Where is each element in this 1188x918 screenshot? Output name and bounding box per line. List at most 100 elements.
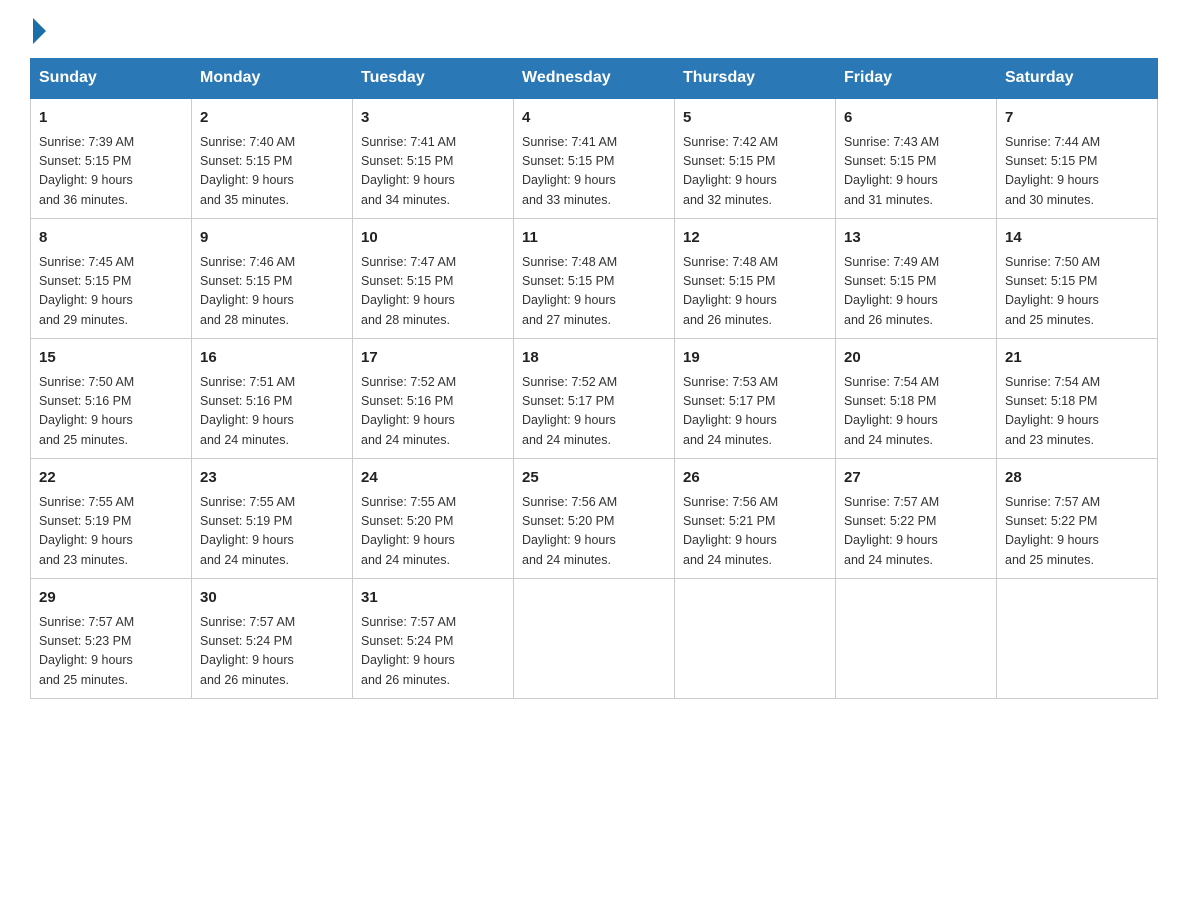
day-number: 17 xyxy=(361,347,505,370)
day-number: 13 xyxy=(844,227,988,250)
day-info: Sunrise: 7:54 AM Sunset: 5:18 PM Dayligh… xyxy=(844,373,988,451)
calendar-cell: 1 Sunrise: 7:39 AM Sunset: 5:15 PM Dayli… xyxy=(31,98,192,219)
calendar-week-row: 8 Sunrise: 7:45 AM Sunset: 5:15 PM Dayli… xyxy=(31,219,1158,339)
calendar-cell: 13 Sunrise: 7:49 AM Sunset: 5:15 PM Dayl… xyxy=(836,219,997,339)
calendar-header-row: SundayMondayTuesdayWednesdayThursdayFrid… xyxy=(31,59,1158,99)
calendar-cell: 23 Sunrise: 7:55 AM Sunset: 5:19 PM Dayl… xyxy=(192,459,353,579)
day-number: 19 xyxy=(683,347,827,370)
calendar-cell: 12 Sunrise: 7:48 AM Sunset: 5:15 PM Dayl… xyxy=(675,219,836,339)
calendar-cell xyxy=(675,579,836,699)
day-number: 21 xyxy=(1005,347,1149,370)
calendar-cell xyxy=(997,579,1158,699)
day-number: 5 xyxy=(683,107,827,130)
day-info: Sunrise: 7:55 AM Sunset: 5:19 PM Dayligh… xyxy=(39,493,183,571)
day-info: Sunrise: 7:56 AM Sunset: 5:21 PM Dayligh… xyxy=(683,493,827,571)
day-of-week-header: Wednesday xyxy=(514,59,675,99)
day-number: 23 xyxy=(200,467,344,490)
day-number: 22 xyxy=(39,467,183,490)
day-info: Sunrise: 7:46 AM Sunset: 5:15 PM Dayligh… xyxy=(200,253,344,331)
day-info: Sunrise: 7:55 AM Sunset: 5:20 PM Dayligh… xyxy=(361,493,505,571)
day-info: Sunrise: 7:40 AM Sunset: 5:15 PM Dayligh… xyxy=(200,133,344,211)
day-info: Sunrise: 7:52 AM Sunset: 5:16 PM Dayligh… xyxy=(361,373,505,451)
day-info: Sunrise: 7:57 AM Sunset: 5:22 PM Dayligh… xyxy=(1005,493,1149,571)
day-number: 24 xyxy=(361,467,505,490)
calendar-week-row: 22 Sunrise: 7:55 AM Sunset: 5:19 PM Dayl… xyxy=(31,459,1158,579)
day-number: 30 xyxy=(200,587,344,610)
logo-arrow-icon xyxy=(33,18,46,44)
calendar-cell: 6 Sunrise: 7:43 AM Sunset: 5:15 PM Dayli… xyxy=(836,98,997,219)
day-info: Sunrise: 7:48 AM Sunset: 5:15 PM Dayligh… xyxy=(522,253,666,331)
day-info: Sunrise: 7:57 AM Sunset: 5:23 PM Dayligh… xyxy=(39,613,183,691)
calendar-cell: 5 Sunrise: 7:42 AM Sunset: 5:15 PM Dayli… xyxy=(675,98,836,219)
day-info: Sunrise: 7:53 AM Sunset: 5:17 PM Dayligh… xyxy=(683,373,827,451)
calendar-cell: 10 Sunrise: 7:47 AM Sunset: 5:15 PM Dayl… xyxy=(353,219,514,339)
calendar-cell: 11 Sunrise: 7:48 AM Sunset: 5:15 PM Dayl… xyxy=(514,219,675,339)
day-of-week-header: Sunday xyxy=(31,59,192,99)
day-info: Sunrise: 7:55 AM Sunset: 5:19 PM Dayligh… xyxy=(200,493,344,571)
day-number: 1 xyxy=(39,107,183,130)
day-number: 9 xyxy=(200,227,344,250)
calendar-cell: 17 Sunrise: 7:52 AM Sunset: 5:16 PM Dayl… xyxy=(353,339,514,459)
page-header xyxy=(30,20,1158,40)
day-number: 16 xyxy=(200,347,344,370)
day-info: Sunrise: 7:41 AM Sunset: 5:15 PM Dayligh… xyxy=(522,133,666,211)
calendar-cell: 24 Sunrise: 7:55 AM Sunset: 5:20 PM Dayl… xyxy=(353,459,514,579)
calendar-week-row: 1 Sunrise: 7:39 AM Sunset: 5:15 PM Dayli… xyxy=(31,98,1158,219)
calendar-cell: 31 Sunrise: 7:57 AM Sunset: 5:24 PM Dayl… xyxy=(353,579,514,699)
day-number: 27 xyxy=(844,467,988,490)
day-number: 4 xyxy=(522,107,666,130)
day-number: 10 xyxy=(361,227,505,250)
day-of-week-header: Friday xyxy=(836,59,997,99)
day-number: 11 xyxy=(522,227,666,250)
day-info: Sunrise: 7:56 AM Sunset: 5:20 PM Dayligh… xyxy=(522,493,666,571)
calendar-cell: 27 Sunrise: 7:57 AM Sunset: 5:22 PM Dayl… xyxy=(836,459,997,579)
logo xyxy=(30,20,46,40)
day-info: Sunrise: 7:39 AM Sunset: 5:15 PM Dayligh… xyxy=(39,133,183,211)
day-number: 7 xyxy=(1005,107,1149,130)
calendar-cell: 30 Sunrise: 7:57 AM Sunset: 5:24 PM Dayl… xyxy=(192,579,353,699)
calendar-cell: 16 Sunrise: 7:51 AM Sunset: 5:16 PM Dayl… xyxy=(192,339,353,459)
day-info: Sunrise: 7:52 AM Sunset: 5:17 PM Dayligh… xyxy=(522,373,666,451)
calendar-cell: 2 Sunrise: 7:40 AM Sunset: 5:15 PM Dayli… xyxy=(192,98,353,219)
calendar-cell: 26 Sunrise: 7:56 AM Sunset: 5:21 PM Dayl… xyxy=(675,459,836,579)
day-number: 26 xyxy=(683,467,827,490)
calendar-cell: 4 Sunrise: 7:41 AM Sunset: 5:15 PM Dayli… xyxy=(514,98,675,219)
day-number: 8 xyxy=(39,227,183,250)
day-info: Sunrise: 7:50 AM Sunset: 5:15 PM Dayligh… xyxy=(1005,253,1149,331)
calendar-cell xyxy=(514,579,675,699)
day-info: Sunrise: 7:43 AM Sunset: 5:15 PM Dayligh… xyxy=(844,133,988,211)
calendar-cell: 21 Sunrise: 7:54 AM Sunset: 5:18 PM Dayl… xyxy=(997,339,1158,459)
calendar-cell: 9 Sunrise: 7:46 AM Sunset: 5:15 PM Dayli… xyxy=(192,219,353,339)
day-info: Sunrise: 7:48 AM Sunset: 5:15 PM Dayligh… xyxy=(683,253,827,331)
calendar-cell: 19 Sunrise: 7:53 AM Sunset: 5:17 PM Dayl… xyxy=(675,339,836,459)
day-info: Sunrise: 7:47 AM Sunset: 5:15 PM Dayligh… xyxy=(361,253,505,331)
day-info: Sunrise: 7:54 AM Sunset: 5:18 PM Dayligh… xyxy=(1005,373,1149,451)
calendar-cell xyxy=(836,579,997,699)
calendar-cell: 14 Sunrise: 7:50 AM Sunset: 5:15 PM Dayl… xyxy=(997,219,1158,339)
day-info: Sunrise: 7:50 AM Sunset: 5:16 PM Dayligh… xyxy=(39,373,183,451)
day-info: Sunrise: 7:57 AM Sunset: 5:22 PM Dayligh… xyxy=(844,493,988,571)
day-info: Sunrise: 7:51 AM Sunset: 5:16 PM Dayligh… xyxy=(200,373,344,451)
day-number: 14 xyxy=(1005,227,1149,250)
calendar-week-row: 15 Sunrise: 7:50 AM Sunset: 5:16 PM Dayl… xyxy=(31,339,1158,459)
day-number: 2 xyxy=(200,107,344,130)
day-number: 28 xyxy=(1005,467,1149,490)
calendar-cell: 22 Sunrise: 7:55 AM Sunset: 5:19 PM Dayl… xyxy=(31,459,192,579)
day-info: Sunrise: 7:49 AM Sunset: 5:15 PM Dayligh… xyxy=(844,253,988,331)
day-of-week-header: Tuesday xyxy=(353,59,514,99)
calendar-cell: 25 Sunrise: 7:56 AM Sunset: 5:20 PM Dayl… xyxy=(514,459,675,579)
calendar-cell: 15 Sunrise: 7:50 AM Sunset: 5:16 PM Dayl… xyxy=(31,339,192,459)
day-number: 6 xyxy=(844,107,988,130)
calendar-table: SundayMondayTuesdayWednesdayThursdayFrid… xyxy=(30,58,1158,699)
day-number: 20 xyxy=(844,347,988,370)
calendar-body: 1 Sunrise: 7:39 AM Sunset: 5:15 PM Dayli… xyxy=(31,98,1158,699)
calendar-cell: 20 Sunrise: 7:54 AM Sunset: 5:18 PM Dayl… xyxy=(836,339,997,459)
calendar-cell: 18 Sunrise: 7:52 AM Sunset: 5:17 PM Dayl… xyxy=(514,339,675,459)
day-number: 15 xyxy=(39,347,183,370)
calendar-cell: 28 Sunrise: 7:57 AM Sunset: 5:22 PM Dayl… xyxy=(997,459,1158,579)
day-info: Sunrise: 7:44 AM Sunset: 5:15 PM Dayligh… xyxy=(1005,133,1149,211)
day-of-week-header: Saturday xyxy=(997,59,1158,99)
day-number: 29 xyxy=(39,587,183,610)
calendar-cell: 8 Sunrise: 7:45 AM Sunset: 5:15 PM Dayli… xyxy=(31,219,192,339)
day-number: 31 xyxy=(361,587,505,610)
